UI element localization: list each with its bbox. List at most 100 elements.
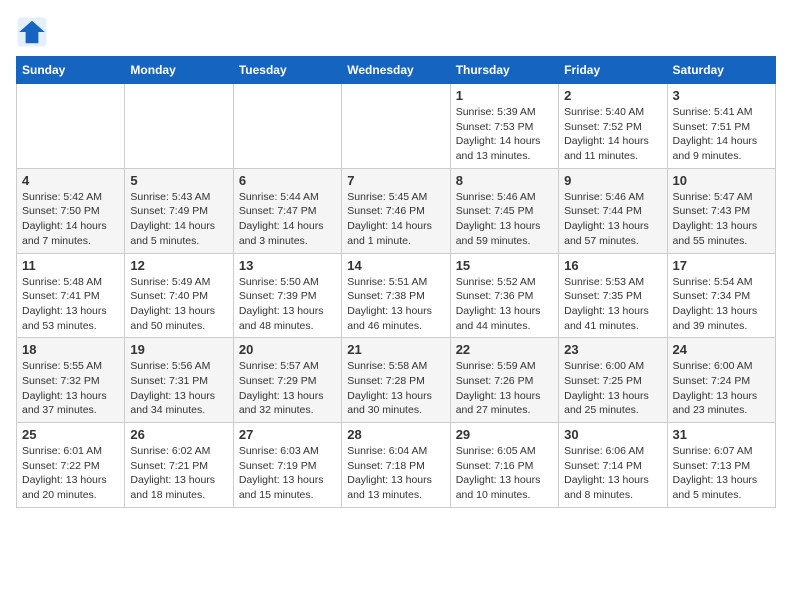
day-number: 2 [564, 88, 661, 103]
logo-icon [16, 16, 48, 48]
day-info: Sunrise: 5:59 AM Sunset: 7:26 PM Dayligh… [456, 359, 553, 418]
day-info: Sunrise: 6:00 AM Sunset: 7:25 PM Dayligh… [564, 359, 661, 418]
day-info: Sunrise: 6:05 AM Sunset: 7:16 PM Dayligh… [456, 444, 553, 503]
day-number: 10 [673, 173, 770, 188]
day-number: 1 [456, 88, 553, 103]
day-info: Sunrise: 5:51 AM Sunset: 7:38 PM Dayligh… [347, 275, 444, 334]
col-header-wednesday: Wednesday [342, 57, 450, 84]
day-number: 12 [130, 258, 227, 273]
day-number: 3 [673, 88, 770, 103]
week-row-3: 11 Sunrise: 5:48 AM Sunset: 7:41 PM Dayli… [17, 253, 776, 338]
day-cell: 28 Sunrise: 6:04 AM Sunset: 7:18 PM Dayli… [342, 423, 450, 508]
day-cell: 20 Sunrise: 5:57 AM Sunset: 7:29 PM Dayli… [233, 338, 341, 423]
day-number: 4 [22, 173, 119, 188]
day-info: Sunrise: 5:53 AM Sunset: 7:35 PM Dayligh… [564, 275, 661, 334]
day-number: 27 [239, 427, 336, 442]
day-number: 22 [456, 342, 553, 357]
day-cell: 12 Sunrise: 5:49 AM Sunset: 7:40 PM Dayli… [125, 253, 233, 338]
day-number: 29 [456, 427, 553, 442]
day-cell [125, 84, 233, 169]
day-cell: 2 Sunrise: 5:40 AM Sunset: 7:52 PM Daylig… [559, 84, 667, 169]
day-number: 17 [673, 258, 770, 273]
day-info: Sunrise: 5:57 AM Sunset: 7:29 PM Dayligh… [239, 359, 336, 418]
day-number: 16 [564, 258, 661, 273]
day-cell [233, 84, 341, 169]
week-row-5: 25Sunrise: 6:01 AM Sunset: 7:22 PM Dayli… [17, 423, 776, 508]
day-cell: 14 Sunrise: 5:51 AM Sunset: 7:38 PM Dayli… [342, 253, 450, 338]
week-row-1: 1 Sunrise: 5:39 AM Sunset: 7:53 PM Daylig… [17, 84, 776, 169]
day-cell [17, 84, 125, 169]
day-number: 13 [239, 258, 336, 273]
calendar-table: SundayMondayTuesdayWednesdayThursdayFrid… [16, 56, 776, 508]
day-info: Sunrise: 5:52 AM Sunset: 7:36 PM Dayligh… [456, 275, 553, 334]
day-info: Sunrise: 5:49 AM Sunset: 7:40 PM Dayligh… [130, 275, 227, 334]
day-info: Sunrise: 6:04 AM Sunset: 7:18 PM Dayligh… [347, 444, 444, 503]
day-cell: 8 Sunrise: 5:46 AM Sunset: 7:45 PM Daylig… [450, 168, 558, 253]
day-cell: 13 Sunrise: 5:50 AM Sunset: 7:39 PM Dayli… [233, 253, 341, 338]
day-number: 21 [347, 342, 444, 357]
day-number: 7 [347, 173, 444, 188]
day-info: Sunrise: 5:50 AM Sunset: 7:39 PM Dayligh… [239, 275, 336, 334]
day-info: Sunrise: 5:43 AM Sunset: 7:49 PM Dayligh… [130, 190, 227, 249]
day-info: Sunrise: 5:40 AM Sunset: 7:52 PM Dayligh… [564, 105, 661, 164]
col-header-sunday: Sunday [17, 57, 125, 84]
day-number: 19 [130, 342, 227, 357]
day-cell: 18Sunrise: 5:55 AM Sunset: 7:32 PM Dayli… [17, 338, 125, 423]
day-number: 31 [673, 427, 770, 442]
col-header-friday: Friday [559, 57, 667, 84]
day-number: 5 [130, 173, 227, 188]
day-cell: 5 Sunrise: 5:43 AM Sunset: 7:49 PM Daylig… [125, 168, 233, 253]
day-cell: 15Sunrise: 5:52 AM Sunset: 7:36 PM Dayli… [450, 253, 558, 338]
day-info: Sunrise: 5:47 AM Sunset: 7:43 PM Dayligh… [673, 190, 770, 249]
day-cell: 10 Sunrise: 5:47 AM Sunset: 7:43 PM Dayli… [667, 168, 775, 253]
day-cell: 29 Sunrise: 6:05 AM Sunset: 7:16 PM Dayli… [450, 423, 558, 508]
day-info: Sunrise: 6:06 AM Sunset: 7:14 PM Dayligh… [564, 444, 661, 503]
day-info: Sunrise: 5:58 AM Sunset: 7:28 PM Dayligh… [347, 359, 444, 418]
day-number: 23 [564, 342, 661, 357]
day-cell: 11 Sunrise: 5:48 AM Sunset: 7:41 PM Dayli… [17, 253, 125, 338]
day-info: Sunrise: 6:02 AM Sunset: 7:21 PM Dayligh… [130, 444, 227, 503]
page-header [16, 16, 776, 48]
day-number: 14 [347, 258, 444, 273]
day-cell: 3 Sunrise: 5:41 AM Sunset: 7:51 PM Daylig… [667, 84, 775, 169]
day-cell: 30 Sunrise: 6:06 AM Sunset: 7:14 PM Dayli… [559, 423, 667, 508]
day-info: Sunrise: 5:56 AM Sunset: 7:31 PM Dayligh… [130, 359, 227, 418]
day-cell: 25Sunrise: 6:01 AM Sunset: 7:22 PM Dayli… [17, 423, 125, 508]
day-number: 24 [673, 342, 770, 357]
day-info: Sunrise: 5:42 AM Sunset: 7:50 PM Dayligh… [22, 190, 119, 249]
day-number: 30 [564, 427, 661, 442]
day-cell: 4 Sunrise: 5:42 AM Sunset: 7:50 PM Daylig… [17, 168, 125, 253]
day-cell: 19 Sunrise: 5:56 AM Sunset: 7:31 PM Dayli… [125, 338, 233, 423]
day-number: 8 [456, 173, 553, 188]
day-info: Sunrise: 5:41 AM Sunset: 7:51 PM Dayligh… [673, 105, 770, 164]
day-cell: 22 Sunrise: 5:59 AM Sunset: 7:26 PM Dayli… [450, 338, 558, 423]
day-info: Sunrise: 5:44 AM Sunset: 7:47 PM Dayligh… [239, 190, 336, 249]
day-cell: 9 Sunrise: 5:46 AM Sunset: 7:44 PM Daylig… [559, 168, 667, 253]
day-cell: 21 Sunrise: 5:58 AM Sunset: 7:28 PM Dayli… [342, 338, 450, 423]
day-cell: 23 Sunrise: 6:00 AM Sunset: 7:25 PM Dayli… [559, 338, 667, 423]
day-number: 28 [347, 427, 444, 442]
col-header-monday: Monday [125, 57, 233, 84]
day-number: 11 [22, 258, 119, 273]
day-number: 9 [564, 173, 661, 188]
day-info: Sunrise: 6:01 AM Sunset: 7:22 PM Dayligh… [22, 444, 119, 503]
day-info: Sunrise: 5:54 AM Sunset: 7:34 PM Dayligh… [673, 275, 770, 334]
day-info: Sunrise: 6:00 AM Sunset: 7:24 PM Dayligh… [673, 359, 770, 418]
day-info: Sunrise: 5:48 AM Sunset: 7:41 PM Dayligh… [22, 275, 119, 334]
day-info: Sunrise: 5:39 AM Sunset: 7:53 PM Dayligh… [456, 105, 553, 164]
day-info: Sunrise: 5:46 AM Sunset: 7:45 PM Dayligh… [456, 190, 553, 249]
day-number: 18 [22, 342, 119, 357]
day-info: Sunrise: 5:45 AM Sunset: 7:46 PM Dayligh… [347, 190, 444, 249]
day-cell: 1 Sunrise: 5:39 AM Sunset: 7:53 PM Daylig… [450, 84, 558, 169]
logo [16, 16, 52, 48]
day-number: 20 [239, 342, 336, 357]
day-cell: 16 Sunrise: 5:53 AM Sunset: 7:35 PM Dayli… [559, 253, 667, 338]
day-cell: 26Sunrise: 6:02 AM Sunset: 7:21 PM Dayli… [125, 423, 233, 508]
day-info: Sunrise: 6:07 AM Sunset: 7:13 PM Dayligh… [673, 444, 770, 503]
day-cell: 7 Sunrise: 5:45 AM Sunset: 7:46 PM Daylig… [342, 168, 450, 253]
day-cell: 27Sunrise: 6:03 AM Sunset: 7:19 PM Dayli… [233, 423, 341, 508]
calendar-header: SundayMondayTuesdayWednesdayThursdayFrid… [17, 57, 776, 84]
day-cell: 6Sunrise: 5:44 AM Sunset: 7:47 PM Daylig… [233, 168, 341, 253]
day-cell: 24 Sunrise: 6:00 AM Sunset: 7:24 PM Dayli… [667, 338, 775, 423]
day-info: Sunrise: 5:46 AM Sunset: 7:44 PM Dayligh… [564, 190, 661, 249]
